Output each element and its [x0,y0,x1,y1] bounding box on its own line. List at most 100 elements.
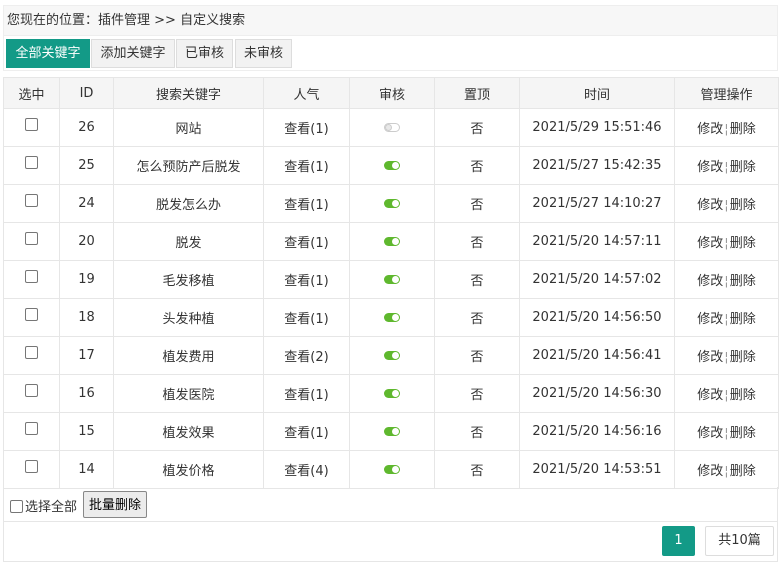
row-keyword: 脱发怎么办 [113,184,264,223]
row-checkbox[interactable] [25,460,38,473]
row-checkbox[interactable] [25,156,38,169]
row-select-cell [3,298,60,337]
tab-add-keyword[interactable]: 添加关键字 [91,39,175,68]
view-popularity-link[interactable]: 查看(1) [284,426,328,441]
delete-link[interactable]: 删除 [730,198,756,213]
row-actions: 修改¦删除 [674,184,779,223]
delete-link[interactable]: 删除 [730,388,756,403]
delete-link[interactable]: 删除 [730,160,756,175]
tab-unapproved[interactable]: 未审核 [235,39,292,68]
table-header-row: 选中 ID 搜索关键字 人气 审核 置顶 时间 管理操作 [3,77,779,109]
row-keyword: 毛发移植 [113,260,264,299]
breadcrumb-parent[interactable]: 插件管理 [98,13,150,28]
edit-link[interactable]: 修改 [697,312,723,327]
edit-link[interactable]: 修改 [697,464,723,479]
table-row: 26 网站 查看(1) 否 2021/5/29 15:51:46 修改¦删除 [3,108,779,147]
table-row: 16 植发医院 查看(1) 否 2021/5/20 14:56:30 修改¦删除 [3,374,779,413]
header-pinned: 置顶 [434,77,520,109]
toggle-on-icon[interactable] [384,199,400,208]
row-checkbox[interactable] [25,270,38,283]
edit-link[interactable]: 修改 [697,350,723,365]
row-popularity-cell: 查看(2) [263,336,350,375]
edit-link[interactable]: 修改 [697,122,723,137]
toggle-on-icon[interactable] [384,237,400,246]
delete-link[interactable]: 删除 [730,274,756,289]
edit-link[interactable]: 修改 [697,274,723,289]
select-all[interactable]: 选择全部 [10,496,77,515]
view-popularity-link[interactable]: 查看(1) [284,274,328,289]
row-keyword: 植发医院 [113,374,264,413]
table-row: 25 怎么预防产后脱发 查看(1) 否 2021/5/27 15:42:35 修改¦删除 [3,146,779,185]
toggle-off-icon[interactable] [384,123,400,132]
row-keyword: 网站 [113,108,264,147]
view-popularity-link[interactable]: 查看(1) [284,312,328,327]
row-checkbox[interactable] [25,346,38,359]
row-popularity-cell: 查看(1) [263,108,350,147]
view-popularity-link[interactable]: 查看(1) [284,122,328,137]
view-popularity-link[interactable]: 查看(1) [284,388,328,403]
action-separator: ¦ [724,426,729,441]
toggle-on-icon[interactable] [384,465,400,474]
header-actions: 管理操作 [674,77,779,109]
delete-link[interactable]: 删除 [730,350,756,365]
row-select-cell [3,222,60,261]
toggle-on-icon[interactable] [384,351,400,360]
select-all-checkbox[interactable] [10,500,23,513]
row-keyword: 植发价格 [113,450,264,489]
toggle-on-icon[interactable] [384,275,400,284]
page-1-button[interactable]: 1 [662,526,695,556]
batch-delete-button[interactable]: 批量删除 [83,491,148,518]
row-select-cell [3,146,60,185]
view-popularity-link[interactable]: 查看(1) [284,236,328,251]
row-checkbox[interactable] [25,194,38,207]
tab-all-keywords[interactable]: 全部关键字 [6,39,90,68]
tab-approved[interactable]: 已审核 [176,39,233,68]
row-pinned: 否 [434,450,520,489]
row-pinned: 否 [434,298,520,337]
keyword-table: 选中 ID 搜索关键字 人气 审核 置顶 时间 管理操作 26 网站 查看(1) 否 2… [3,77,779,489]
delete-link[interactable]: 删除 [730,464,756,479]
row-actions: 修改¦删除 [674,412,779,451]
delete-link[interactable]: 删除 [730,312,756,327]
row-checkbox[interactable] [25,118,38,131]
row-popularity-cell: 查看(1) [263,298,350,337]
row-checkbox[interactable] [25,232,38,245]
action-separator: ¦ [724,350,729,365]
row-checkbox[interactable] [25,384,38,397]
row-checkbox[interactable] [25,422,38,435]
view-popularity-link[interactable]: 查看(1) [284,198,328,213]
pagination: 1 共10篇 [3,522,778,562]
breadcrumb-current: 自定义搜索 [180,13,246,28]
total-count: 共10篇 [705,526,774,556]
toggle-on-icon[interactable] [384,389,400,398]
view-popularity-link[interactable]: 查看(1) [284,160,328,175]
edit-link[interactable]: 修改 [697,160,723,175]
row-select-cell [3,184,60,223]
view-popularity-link[interactable]: 查看(2) [284,350,328,365]
edit-link[interactable]: 修改 [697,198,723,213]
row-popularity-cell: 查看(1) [263,146,350,185]
delete-link[interactable]: 删除 [730,236,756,251]
batch-bar: 选择全部 批量删除 [3,487,778,522]
row-id: 16 [59,374,114,413]
row-review-cell [349,260,435,299]
toggle-on-icon[interactable] [384,161,400,170]
row-id: 20 [59,222,114,261]
row-checkbox[interactable] [25,308,38,321]
action-separator: ¦ [724,236,729,251]
action-separator: ¦ [724,274,729,289]
edit-link[interactable]: 修改 [697,426,723,441]
row-keyword: 怎么预防产后脱发 [113,146,264,185]
breadcrumb-separator: >> [150,13,181,28]
toggle-on-icon[interactable] [384,427,400,436]
delete-link[interactable]: 删除 [730,122,756,137]
row-review-cell [349,336,435,375]
delete-link[interactable]: 删除 [730,426,756,441]
row-actions: 修改¦删除 [674,108,779,147]
toggle-on-icon[interactable] [384,313,400,322]
edit-link[interactable]: 修改 [697,236,723,251]
row-review-cell [349,374,435,413]
row-actions: 修改¦删除 [674,222,779,261]
view-popularity-link[interactable]: 查看(4) [284,464,328,479]
edit-link[interactable]: 修改 [697,388,723,403]
